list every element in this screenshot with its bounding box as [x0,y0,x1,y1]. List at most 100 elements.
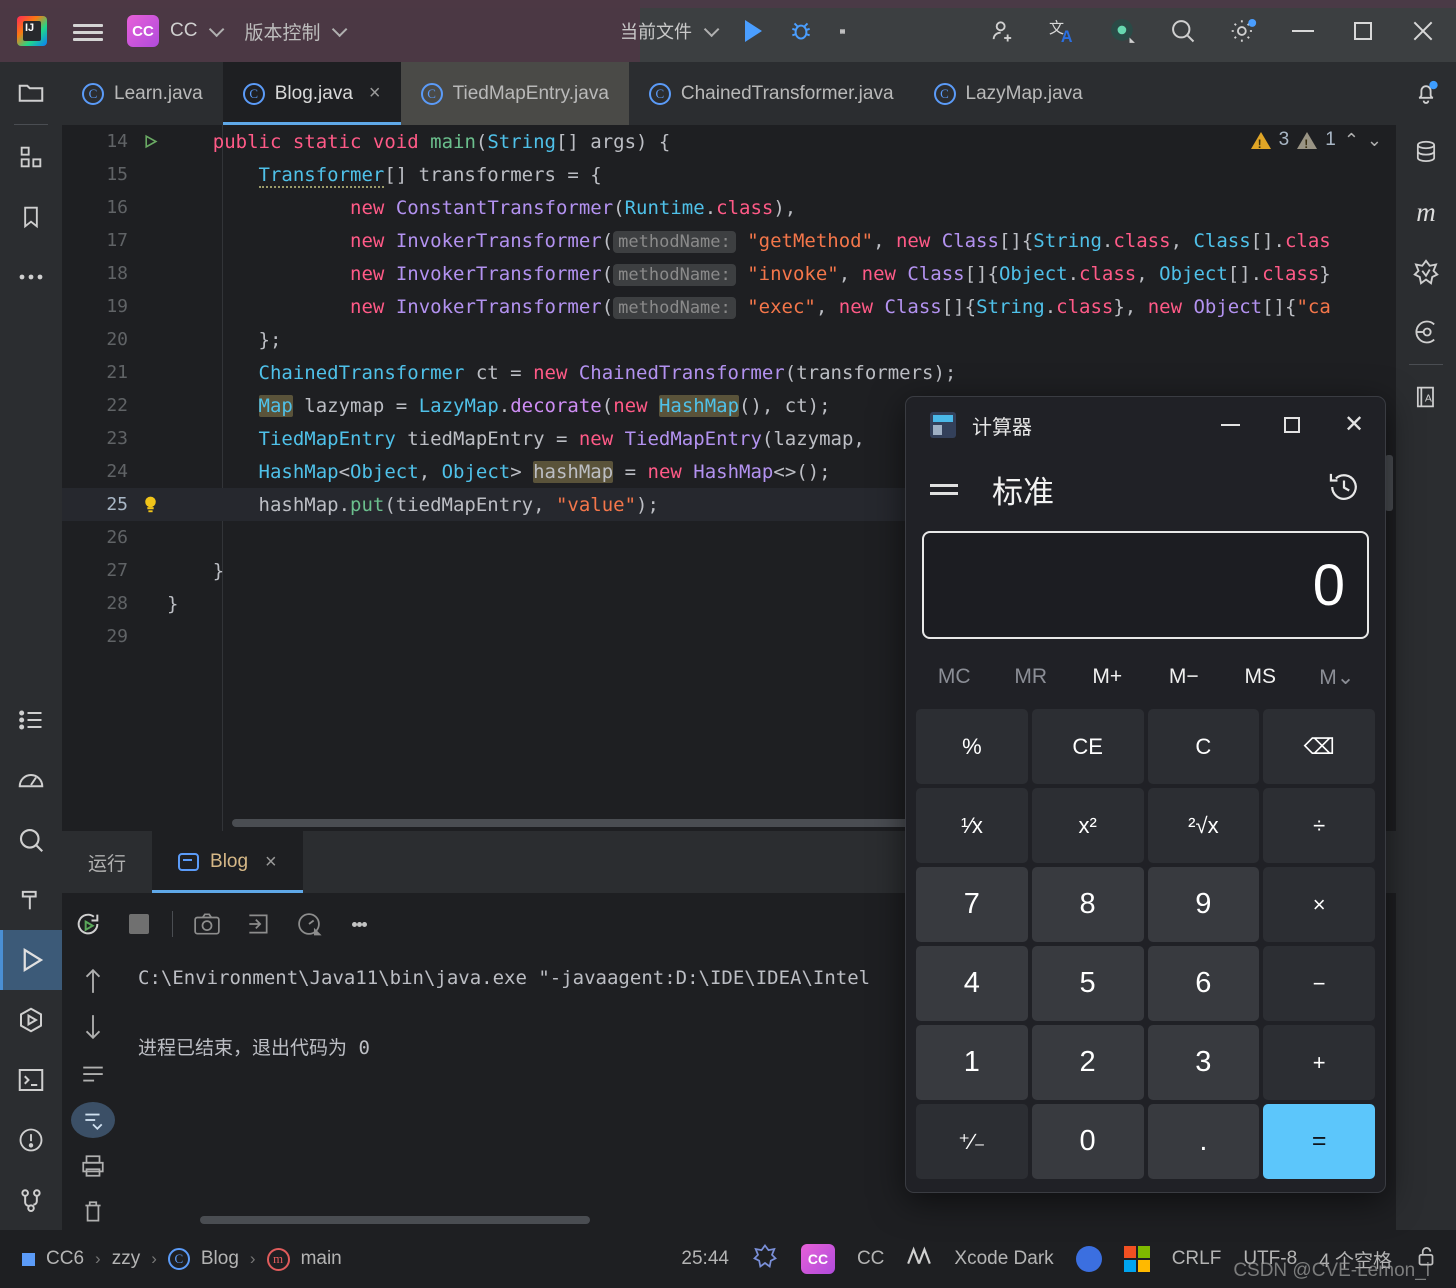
find-icon[interactable] [0,810,62,870]
key-multiply[interactable]: × [1263,867,1375,942]
soft-wrap-icon[interactable] [71,1055,115,1091]
gradle-status-icon[interactable] [751,1242,779,1276]
console-more-icon[interactable] [334,893,385,955]
build-hammer-icon[interactable] [0,870,62,930]
tab-close-icon[interactable]: × [369,82,381,105]
key-nine[interactable]: 9 [1147,867,1260,942]
run-tab-blog[interactable]: Blog × [152,831,303,893]
tab-list-more-icon[interactable] [1356,62,1396,125]
key-three[interactable]: 3 [1147,1025,1260,1100]
inspection-widget[interactable]: ! 3 ! 1 ⌃ ⌄ [1250,129,1382,151]
key-zero[interactable]: 0 [1031,1104,1144,1179]
theme-label[interactable]: Xcode Dark [954,1248,1053,1270]
add-user-icon[interactable] [986,14,1020,48]
close-icon[interactable] [1406,14,1440,48]
more-tool-windows-icon[interactable] [0,247,62,307]
editor-tab-lazymap[interactable]: C LazyMap.java [914,62,1103,125]
previous-problem-icon[interactable]: ⌃ [1344,130,1359,151]
project-name[interactable]: CC [170,20,197,42]
run-tool-window-icon[interactable] [0,930,62,990]
sync-status-icon[interactable] [1075,1246,1102,1272]
lock-icon[interactable] [1414,1243,1438,1275]
project-badge[interactable]: CC [127,15,159,47]
gradle-icon[interactable] [1395,242,1456,302]
recording-indicator-icon[interactable] [1106,14,1140,48]
breadcrumb-method[interactable]: main [301,1248,342,1270]
windows-logo-icon[interactable] [1123,1246,1150,1272]
key-four[interactable]: 4 [916,946,1028,1021]
branch-label[interactable]: CC [857,1248,884,1270]
key-six[interactable]: 6 [1147,946,1260,1021]
profiler-icon[interactable] [0,750,62,810]
calculator-display[interactable]: 0 [922,531,1369,639]
calculator-minimize-icon[interactable] [1199,397,1261,453]
rerun-icon[interactable] [62,893,113,955]
run-tab-close-icon[interactable]: × [265,851,277,874]
key-eight[interactable]: 8 [1031,867,1144,942]
breadcrumb-class[interactable]: Blog [201,1248,239,1270]
next-problem-icon[interactable]: ⌄ [1367,130,1382,151]
calculator-close-icon[interactable]: ✕ [1323,397,1385,453]
key-negate[interactable]: ⁺∕₋ [916,1104,1028,1179]
key-square-root[interactable]: ²√x [1147,788,1260,863]
calculator-maximize-icon[interactable] [1261,397,1323,453]
calculator-history-icon[interactable] [1327,470,1361,509]
terminal-icon[interactable] [0,1050,62,1110]
project-chevron-down-icon[interactable] [209,21,225,37]
key-seven[interactable]: 7 [916,867,1028,942]
run-gutter-icon[interactable] [134,134,167,149]
stop-icon[interactable] [113,893,164,955]
run-tab-run[interactable]: 运行 [62,831,152,893]
scroll-down-icon[interactable] [71,1009,115,1045]
print-icon[interactable] [71,1148,115,1184]
key-subtract[interactable]: − [1263,946,1375,1021]
key-five[interactable]: 5 [1031,946,1144,1021]
scroll-up-icon[interactable] [71,963,115,999]
memory-add-button[interactable]: M+ [1069,665,1146,689]
key-equals[interactable]: = [1263,1104,1375,1179]
notifications-bell-icon[interactable] [1395,62,1456,122]
caret-position[interactable]: 25:44 [681,1248,729,1270]
memory-store-button[interactable]: MS [1222,665,1299,689]
key-square[interactable]: x² [1031,788,1144,863]
vcs-chevron-down-icon[interactable] [332,21,348,37]
translation-dictionary-icon[interactable]: A [1395,367,1456,427]
breadcrumb-package[interactable]: zzy [112,1248,141,1270]
minimize-icon[interactable] [1286,14,1320,48]
settings-gear-icon[interactable] [1226,14,1260,48]
key-clear-entry[interactable]: CE [1031,709,1144,784]
profile-gauge-icon[interactable] [283,893,334,955]
endpoints-icon[interactable] [1395,302,1456,362]
vcs-label[interactable]: 版本控制 [244,18,320,45]
key-two[interactable]: 2 [1031,1025,1144,1100]
debug-tool-window-icon[interactable] [0,990,62,1050]
debug-icon[interactable] [788,18,814,44]
key-add[interactable]: + [1263,1025,1375,1100]
editor-horizontal-scrollbar[interactable] [232,819,977,827]
calculator-menu-icon[interactable] [930,479,958,500]
key-one[interactable]: 1 [916,1025,1028,1100]
import-icon[interactable] [232,893,283,955]
project-folder-icon[interactable] [0,62,62,122]
console-horizontal-scrollbar[interactable] [200,1216,590,1224]
indent-setting[interactable]: 4 个空格 [1319,1246,1392,1273]
structure-icon[interactable] [0,127,62,187]
scroll-to-end-icon[interactable] [71,1101,115,1138]
editor-tab-chainedtransformer[interactable]: C ChainedTransformer.java [629,62,914,125]
bookmarks-icon[interactable] [0,187,62,247]
memory-subtract-button[interactable]: M− [1146,665,1223,689]
editor-tab-tiedmapentry[interactable]: C TiedMapEntry.java [400,62,629,125]
memory-clear-button[interactable]: MC [916,665,993,689]
key-percent[interactable]: % [916,709,1028,784]
key-decimal[interactable]: . [1147,1104,1260,1179]
todo-list-icon[interactable] [0,690,62,750]
database-icon[interactable] [1395,122,1456,182]
calculator-window[interactable]: 计算器 ✕ 标准 0 MC MR M+ M− MS M⌄ % CE C ⌫ ¹⁄… [905,396,1386,1193]
translate-icon[interactable]: 文 A [1046,14,1080,48]
branch-badge[interactable]: CC [800,1244,835,1274]
breadcrumb-module[interactable]: CC6 [46,1248,84,1270]
more-actions-icon[interactable] [840,26,846,37]
screenshot-camera-icon[interactable] [181,893,232,955]
memory-recall-button[interactable]: MR [993,665,1070,689]
problems-icon[interactable] [0,1110,62,1170]
